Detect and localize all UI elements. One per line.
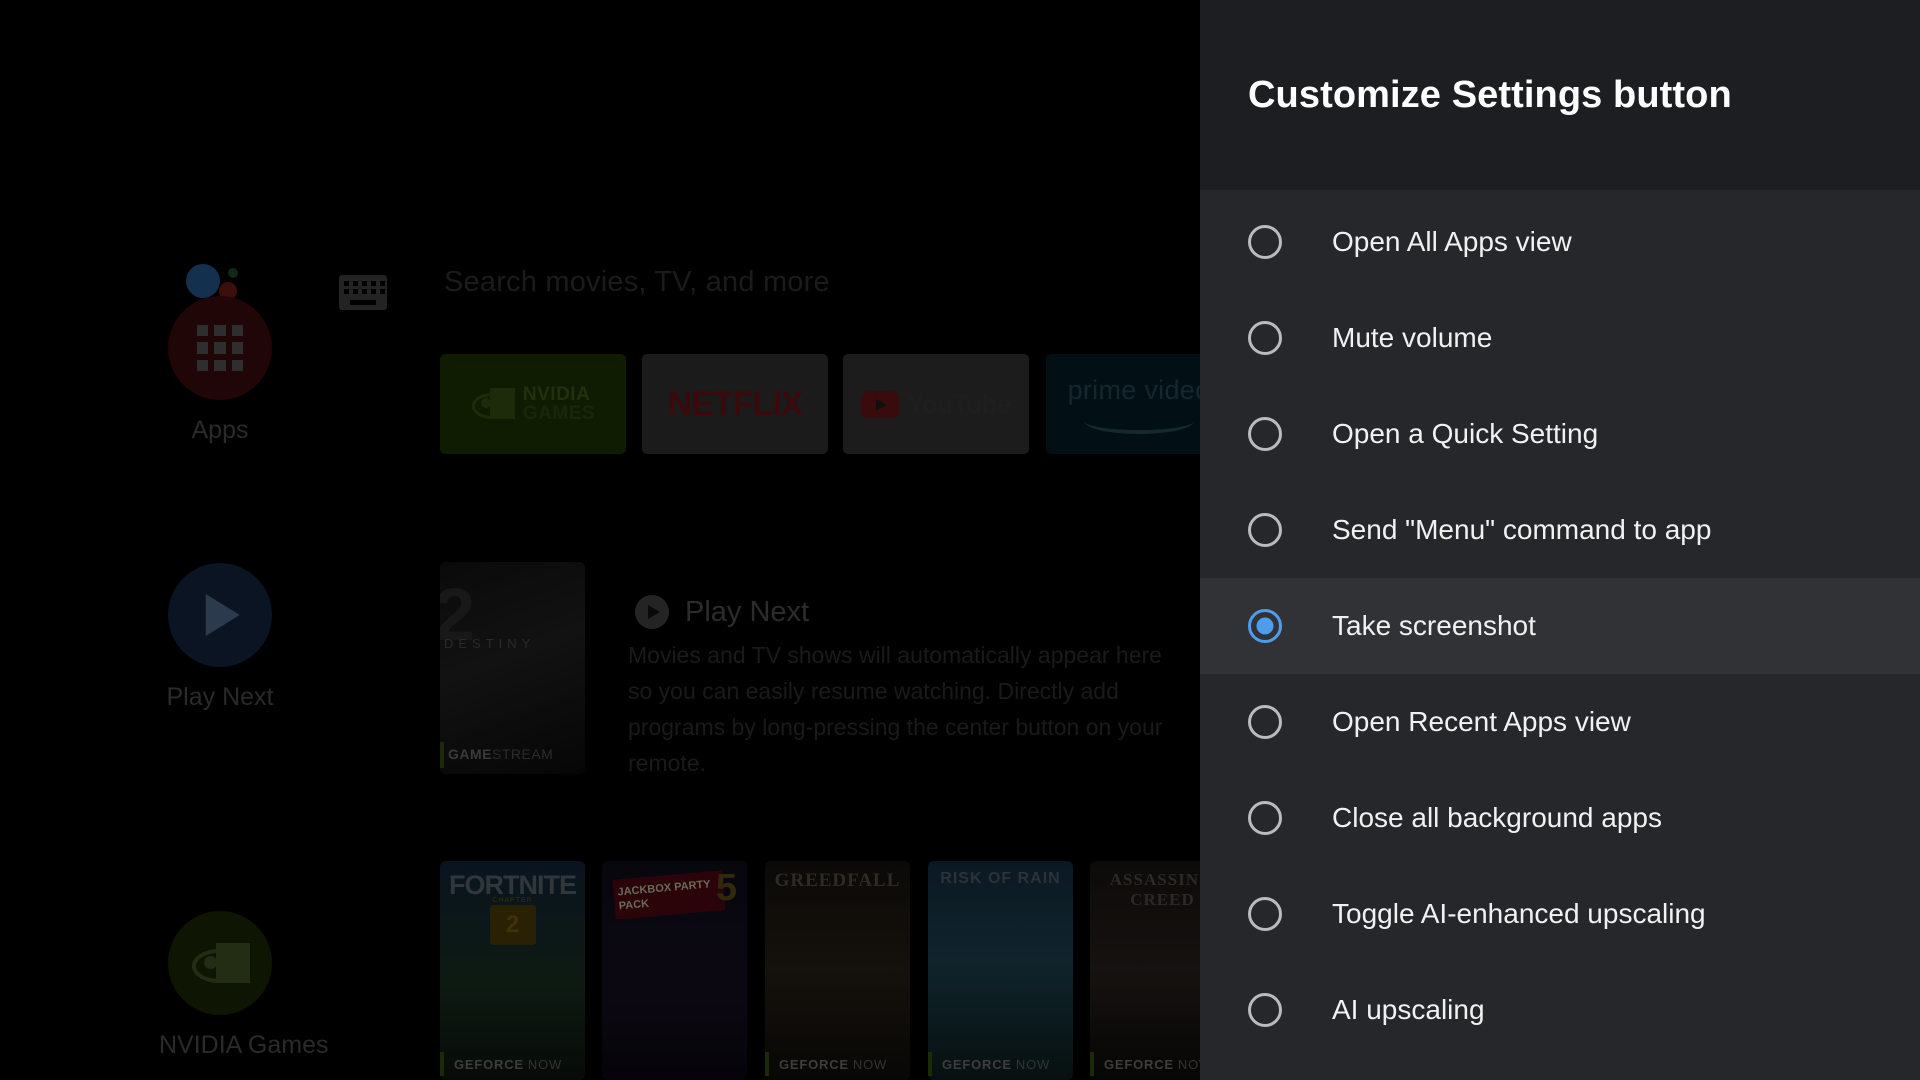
radio-option-row[interactable]: Send "Menu" command to app bbox=[1200, 482, 1920, 578]
game-chapter-label: CHAPTER bbox=[492, 897, 533, 904]
radio-option-row[interactable]: AI upscaling bbox=[1200, 962, 1920, 1058]
game-poster-fortnite[interactable]: FORTNITE CHAPTER 2 GEFORCE NOW bbox=[440, 861, 585, 1080]
radio-option-label: Open Recent Apps view bbox=[1332, 706, 1631, 737]
app-tile-youtube[interactable]: YouTube bbox=[843, 354, 1029, 454]
radio-option-label: AI upscaling bbox=[1332, 994, 1485, 1025]
radio-button-icon[interactable] bbox=[1248, 321, 1282, 355]
radio-button-icon[interactable] bbox=[1248, 225, 1282, 259]
amazon-smile-icon bbox=[1084, 408, 1194, 434]
app-tile-nvidia-games[interactable]: NVIDIA GAMES bbox=[440, 354, 626, 454]
customize-settings-panel: Customize Settings button Open All Apps … bbox=[1200, 0, 1920, 1080]
sidebar-item-apps[interactable]: Apps bbox=[159, 296, 281, 445]
radio-option-row[interactable]: Mute volume bbox=[1200, 290, 1920, 386]
game-title: ASSASSIN'S CREED bbox=[1109, 870, 1200, 909]
play-triangle-icon bbox=[635, 595, 669, 629]
poster-footer-suffix: STREAM bbox=[492, 746, 554, 762]
game-poster-risk-of-rain[interactable]: RISK OF RAIN GEFORCE NOW bbox=[928, 861, 1073, 1080]
game-footer-prefix: GEFORCE bbox=[942, 1056, 1012, 1072]
play-next-description: Movies and TV shows will automatically a… bbox=[628, 642, 1163, 776]
poster-wordmark: DESTINY bbox=[444, 636, 536, 651]
game-poster-assassins-creed[interactable]: ASSASSIN'S CREED GEFORCENOW bbox=[1090, 861, 1200, 1080]
radio-option-row[interactable]: Open Recent Apps view bbox=[1200, 674, 1920, 770]
radio-option-list: Open All Apps view Mute volume Open a Quic… bbox=[1200, 190, 1920, 1058]
tv-home-background: Search movies, TV, and more Apps Play Ne… bbox=[0, 0, 1200, 1080]
radio-option-row[interactable]: Close all background apps bbox=[1200, 770, 1920, 866]
nvidia-eye-icon bbox=[168, 911, 272, 1015]
nvidia-accent-bar bbox=[440, 742, 444, 768]
app-tile-label: prime video bbox=[1067, 374, 1200, 405]
radio-button-icon[interactable] bbox=[1248, 417, 1282, 451]
play-triangle-icon bbox=[168, 563, 272, 667]
sidebar-item-play-next[interactable]: Play Next bbox=[159, 563, 281, 712]
app-tile-prime-video[interactable]: prime video bbox=[1046, 354, 1200, 454]
sidebar-item-label: Play Next bbox=[166, 683, 274, 711]
app-tile-label-line1: NVIDIA bbox=[522, 384, 591, 405]
nvidia-eye-icon bbox=[471, 387, 515, 421]
radio-button-icon[interactable] bbox=[1248, 705, 1282, 739]
radio-option-label: Take screenshot bbox=[1332, 610, 1536, 641]
apps-grid-icon bbox=[168, 296, 272, 400]
page-title: Customize Settings button bbox=[1248, 73, 1732, 116]
game-footer-prefix: GEFORCE bbox=[1104, 1056, 1174, 1072]
sidebar-item-label: NVIDIA Games bbox=[159, 1031, 329, 1059]
game-title: RISK OF RAIN bbox=[940, 870, 1061, 887]
radio-button-icon[interactable] bbox=[1248, 513, 1282, 547]
game-chapter-number: 2 bbox=[489, 905, 536, 945]
keyboard-icon[interactable] bbox=[339, 275, 387, 310]
radio-option-label: Toggle AI-enhanced upscaling bbox=[1332, 898, 1706, 929]
game-poster-jackbox[interactable]: JACKBOX PARTY PACK 5 bbox=[602, 861, 747, 1080]
game-footer-suffix: NOW bbox=[527, 1056, 563, 1072]
game-footer-suffix: NOW bbox=[852, 1056, 888, 1072]
play-next-heading: Play Next bbox=[635, 595, 809, 629]
radio-option-label: Mute volume bbox=[1332, 322, 1493, 353]
youtube-play-icon bbox=[861, 390, 900, 418]
game-number: 5 bbox=[715, 867, 737, 909]
radio-option-row[interactable]: Open a Quick Setting bbox=[1200, 386, 1920, 482]
game-title: GREEDFALL bbox=[774, 870, 901, 891]
app-tile-label: YouTube bbox=[907, 388, 1011, 419]
game-footer-suffix: NOW bbox=[1177, 1056, 1200, 1072]
radio-option-row[interactable]: Toggle AI-enhanced upscaling bbox=[1200, 866, 1920, 962]
game-poster-greedfall[interactable]: GREEDFALL GEFORCE NOW bbox=[765, 861, 910, 1080]
search-input[interactable]: Search movies, TV, and more bbox=[444, 266, 830, 299]
radio-option-row[interactable]: Open All Apps view bbox=[1200, 194, 1920, 290]
game-title: JACKBOX PARTY PACK bbox=[612, 870, 726, 920]
radio-option-label: Send "Menu" command to app bbox=[1332, 514, 1712, 545]
sidebar-item-nvidia-games[interactable]: NVIDIA Games bbox=[159, 911, 329, 1060]
radio-button-icon[interactable] bbox=[1248, 897, 1282, 931]
poster-footer-prefix: GAME bbox=[448, 746, 492, 762]
panel-header: Customize Settings button bbox=[1200, 0, 1920, 190]
app-tile-netflix[interactable]: NETFLIX bbox=[642, 354, 828, 454]
radio-option-label: Open All Apps view bbox=[1332, 226, 1572, 257]
play-next-title: Play Next bbox=[685, 595, 810, 628]
radio-button-icon[interactable] bbox=[1248, 801, 1282, 835]
radio-button-selected-icon[interactable] bbox=[1248, 609, 1282, 643]
radio-option-label: Open a Quick Setting bbox=[1332, 418, 1599, 449]
search-bar[interactable]: Search movies, TV, and more bbox=[0, 120, 1200, 326]
sidebar-item-label: Apps bbox=[191, 416, 249, 444]
radio-button-icon[interactable] bbox=[1248, 993, 1282, 1027]
radio-option-label: Close all background apps bbox=[1332, 802, 1662, 833]
game-footer-prefix: GEFORCE bbox=[779, 1056, 849, 1072]
radio-option-row[interactable]: Take screenshot bbox=[1200, 578, 1920, 674]
app-tile-label: NETFLIX bbox=[667, 384, 804, 423]
game-footer-suffix: NOW bbox=[1015, 1056, 1051, 1072]
game-footer-prefix: GEFORCE bbox=[454, 1056, 524, 1072]
play-next-poster[interactable]: 2 DESTINY GAMESTREAM bbox=[440, 562, 585, 774]
app-tile-label-line2: GAMES bbox=[522, 403, 596, 424]
